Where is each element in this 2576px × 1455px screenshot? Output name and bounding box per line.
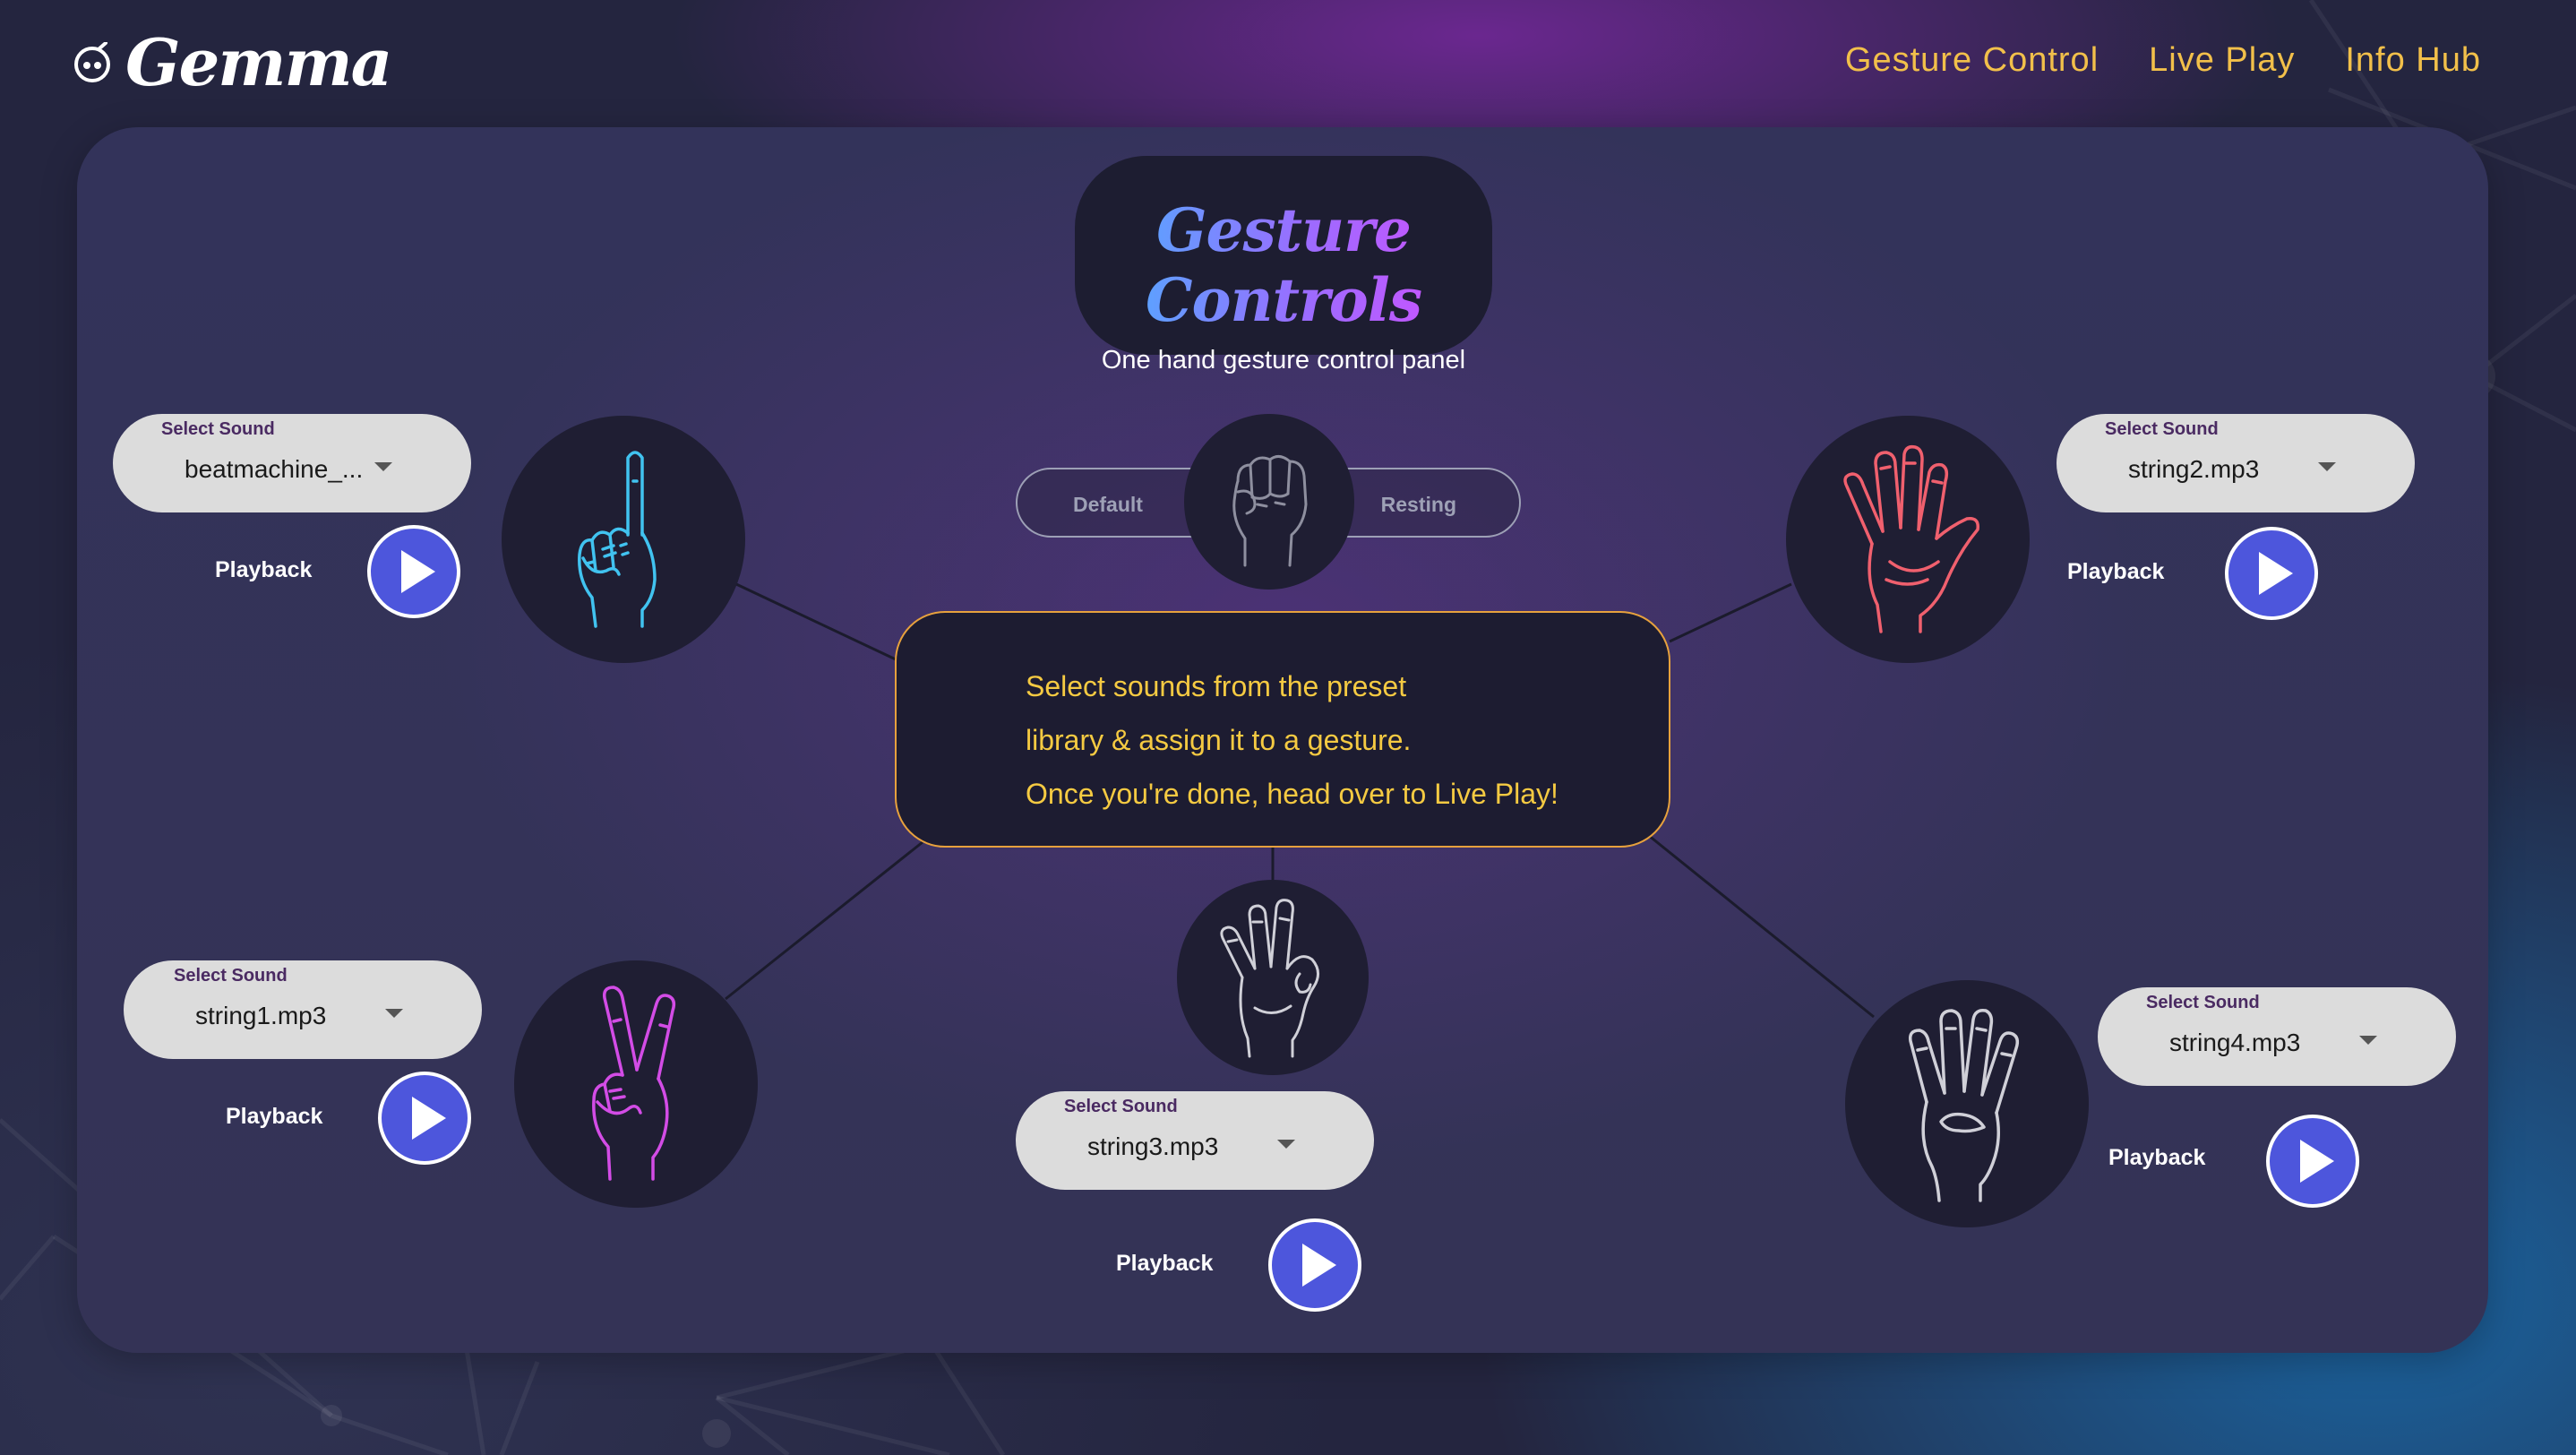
select-sound-label: Select Sound bbox=[2146, 993, 2260, 1012]
select-value: beatmachine_... bbox=[185, 455, 364, 483]
select-sound-label: Select Sound bbox=[174, 966, 288, 986]
chevron-down-icon bbox=[374, 462, 392, 471]
select-value: string4.mp3 bbox=[2169, 1029, 2301, 1056]
nav-info-hub[interactable]: Info Hub bbox=[2345, 41, 2481, 80]
logo-wordmark: Gemma bbox=[125, 24, 392, 100]
play-button-peace[interactable] bbox=[378, 1072, 471, 1165]
sound-select-index[interactable]: Select Sound beatmachine_... bbox=[113, 414, 471, 512]
play-icon bbox=[401, 550, 435, 593]
default-gesture-circle bbox=[1184, 414, 1354, 590]
play-icon bbox=[2259, 552, 2293, 595]
title-card: Gesture Controls One hand gesture contro… bbox=[1075, 156, 1492, 375]
gesture-circle-four bbox=[1845, 980, 2089, 1227]
sound-select-three[interactable]: Select Sound string3.mp3 bbox=[1016, 1091, 1374, 1190]
instruction-line-2: library & assign it to a gesture. bbox=[1026, 724, 1412, 756]
playback-label: Playback bbox=[215, 557, 313, 582]
playback-label: Playback bbox=[2067, 559, 2165, 584]
playback-label: Playback bbox=[1116, 1251, 1214, 1276]
sound-select-peace[interactable]: Select Sound string1.mp3 bbox=[124, 960, 482, 1059]
play-button-palm[interactable] bbox=[2225, 527, 2318, 620]
index-finger-icon bbox=[578, 451, 657, 628]
select-value: string2.mp3 bbox=[2128, 455, 2260, 483]
nav-gesture-control[interactable]: Gesture Control bbox=[1845, 41, 2099, 80]
nav-live-play[interactable]: Live Play bbox=[2149, 41, 2295, 80]
play-icon bbox=[1302, 1244, 1336, 1287]
gesture-circle-index bbox=[502, 416, 745, 663]
chevron-down-icon bbox=[1277, 1140, 1295, 1149]
play-button-three[interactable] bbox=[1268, 1218, 1361, 1312]
chevron-down-icon bbox=[2318, 462, 2336, 471]
app-logo[interactable]: Gemma bbox=[72, 24, 392, 100]
three-fingers-icon bbox=[1220, 899, 1319, 1058]
chevron-down-icon bbox=[2359, 1036, 2377, 1045]
gesture-circle-three bbox=[1177, 880, 1369, 1075]
peace-sign-icon bbox=[592, 986, 676, 1181]
select-sound-label: Select Sound bbox=[161, 419, 275, 439]
open-palm-icon bbox=[1843, 444, 1979, 633]
logo-face-icon bbox=[74, 42, 110, 82]
resting-label: Resting bbox=[1380, 493, 1456, 516]
select-value: string3.mp3 bbox=[1087, 1132, 1219, 1160]
instructions-box: Select sounds from the preset library & … bbox=[895, 611, 1670, 848]
four-fingers-icon bbox=[1908, 1008, 2020, 1202]
fist-icon bbox=[1232, 455, 1308, 567]
instruction-line-1: Select sounds from the preset bbox=[1026, 670, 1407, 702]
instruction-line-3: Once you're done, head over to Live Play… bbox=[1026, 778, 1558, 810]
page-title: Gesture Controls bbox=[1075, 195, 1492, 335]
playback-label: Playback bbox=[226, 1104, 323, 1129]
gesture-circle-peace bbox=[514, 960, 758, 1208]
top-nav: Gesture Control Live Play Info Hub bbox=[1845, 41, 2481, 80]
gesture-circle-palm bbox=[1786, 416, 2030, 663]
play-button-index[interactable] bbox=[367, 525, 460, 618]
select-value: string1.mp3 bbox=[195, 1002, 327, 1029]
sound-select-palm[interactable]: Select Sound string2.mp3 bbox=[2057, 414, 2415, 512]
play-button-four[interactable] bbox=[2266, 1115, 2359, 1208]
playback-label: Playback bbox=[2108, 1145, 2206, 1170]
play-icon bbox=[412, 1097, 446, 1140]
default-label: Default bbox=[1073, 493, 1143, 516]
page-subtitle: One hand gesture control panel bbox=[1101, 346, 1466, 375]
sound-select-four[interactable]: Select Sound string4.mp3 bbox=[2098, 987, 2456, 1086]
chevron-down-icon bbox=[385, 1009, 403, 1018]
play-icon bbox=[2300, 1140, 2334, 1183]
select-sound-label: Select Sound bbox=[2105, 419, 2219, 439]
select-sound-label: Select Sound bbox=[1064, 1097, 1178, 1116]
